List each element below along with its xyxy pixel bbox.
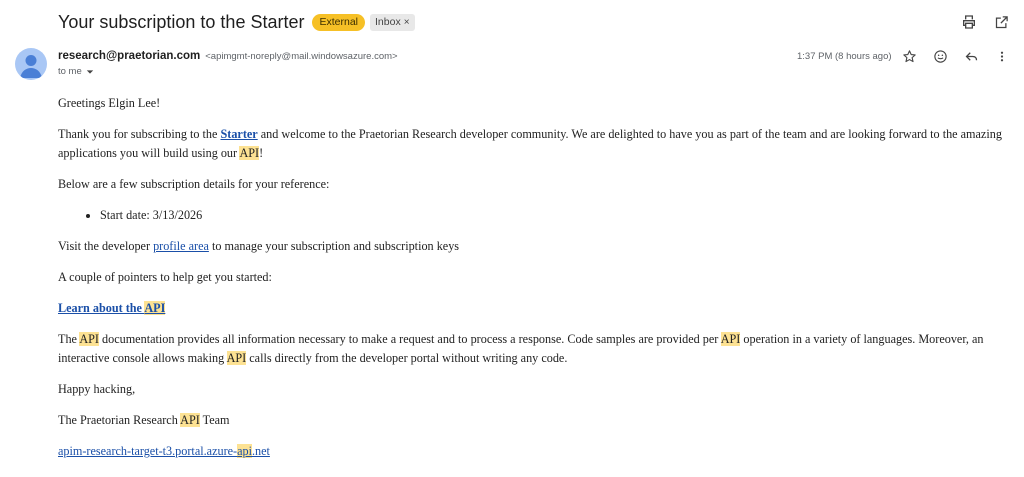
message-actions <box>900 47 1011 65</box>
remove-label-icon[interactable]: × <box>404 16 410 29</box>
greeting: Greetings Elgin Lee! <box>58 96 161 110</box>
closing: Happy hacking, <box>58 382 136 396</box>
text: documentation provides all information n… <box>98 332 721 346</box>
learn-paragraph: Learn about the API <box>58 299 1003 318</box>
highlight-api: api <box>237 444 252 458</box>
profile-area-link[interactable]: profile area <box>153 239 209 253</box>
email-subject: Your subscription to the Starter <box>58 11 305 32</box>
text: The <box>58 332 80 346</box>
highlight-api: API <box>180 413 200 427</box>
text: Visit the developer <box>58 239 154 253</box>
email-body: Greetings Elgin Lee! Thank you for subsc… <box>58 94 1003 473</box>
inbox-label-chip: Inbox × <box>370 13 415 31</box>
text: .net <box>252 444 270 458</box>
inbox-label-text: Inbox <box>375 15 401 28</box>
pointers-intro: A couple of pointers to help get you sta… <box>58 270 272 284</box>
subject-row: Your subscription to the Starter Externa… <box>58 9 415 35</box>
print-icon[interactable] <box>960 13 978 31</box>
text: to manage your subscription and subscrip… <box>208 239 460 253</box>
sender-email: <apimgmt-noreply@mail.windowsazure.com> <box>205 51 398 62</box>
text: The Praetorian Research <box>58 413 181 427</box>
star-icon[interactable] <box>900 47 918 65</box>
details-intro: Below are a few subscription details for… <box>58 177 330 191</box>
more-vert-icon[interactable] <box>993 47 1011 65</box>
open-in-new-window-icon[interactable] <box>992 13 1010 31</box>
emoji-icon[interactable] <box>931 47 949 65</box>
text: apim-research-target-t3.portal.azure- <box>58 444 238 458</box>
welcome-paragraph: Thank you for subscribing to the Starter… <box>58 125 1003 163</box>
message-time: 1:37 PM (8 hours ago) <box>797 51 892 62</box>
text: Learn about the <box>58 301 145 315</box>
highlight-api: API <box>144 301 166 315</box>
portal-url-link[interactable]: apim-research-target-t3.portal.azure-api… <box>58 444 270 458</box>
api-docs-paragraph: The API documentation provides all infor… <box>58 330 1003 368</box>
external-badge: External <box>312 13 366 31</box>
sender-name[interactable]: research@praetorian.com <box>58 50 200 62</box>
highlight-api: API <box>720 332 741 346</box>
portal-url-paragraph: apim-research-target-t3.portal.azure-api… <box>58 442 1003 461</box>
reply-icon[interactable] <box>962 47 980 65</box>
sender-avatar[interactable] <box>15 48 47 80</box>
profile-paragraph: Visit the developer profile area to mana… <box>58 237 1003 256</box>
recipient-details-toggle[interactable]: to me <box>58 66 94 77</box>
learn-about-api-link[interactable]: Learn about the API <box>58 301 166 315</box>
text: calls directly from the developer portal… <box>246 351 568 365</box>
text: Thank you for subscribing to the <box>58 127 221 141</box>
highlight-api: API <box>239 146 260 160</box>
highlight-api: API <box>79 332 99 346</box>
signature: The Praetorian Research API Team <box>58 411 1003 430</box>
sender-line: research@praetorian.com <apimgmt-noreply… <box>58 50 398 62</box>
details-list: Start date: 3/13/2026 <box>58 206 1003 225</box>
list-item: Start date: 3/13/2026 <box>100 206 1003 225</box>
recipient-label: to me <box>58 66 82 77</box>
chevron-down-icon <box>86 69 93 74</box>
text: Team <box>199 413 230 427</box>
starter-link[interactable]: Starter <box>220 127 257 141</box>
highlight-api: API <box>226 351 247 365</box>
text: ! <box>259 146 264 160</box>
thread-toolbar <box>960 13 1010 31</box>
